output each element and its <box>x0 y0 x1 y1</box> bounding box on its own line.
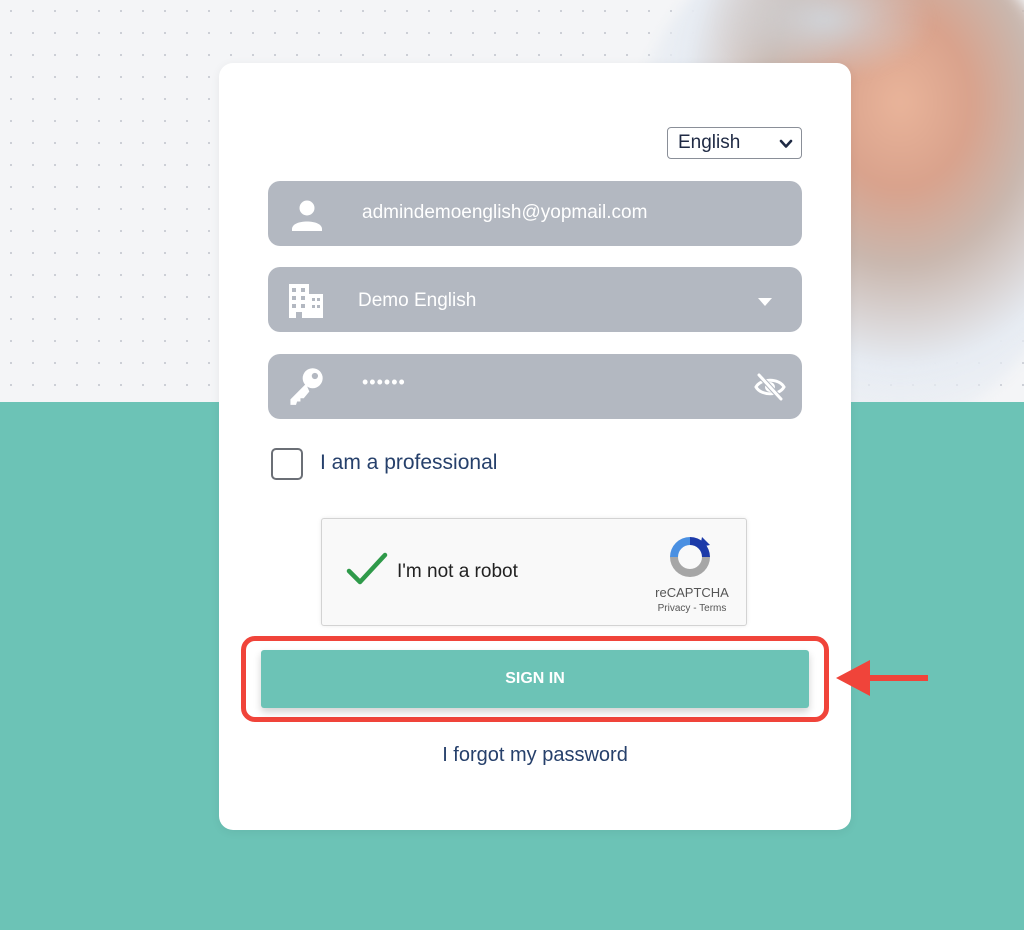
sign-in-button[interactable]: SIGN IN <box>261 650 809 708</box>
language-select-value: English <box>678 132 741 153</box>
professional-label: I am a professional <box>320 451 498 474</box>
company-select[interactable]: Demo English <box>268 267 802 332</box>
language-select[interactable]: English <box>667 127 802 159</box>
forgot-password-link[interactable]: I forgot my password <box>219 744 851 767</box>
email-field[interactable]: admindemoenglish@yopmail.com <box>268 181 802 246</box>
eye-slash-icon[interactable] <box>754 371 786 403</box>
professional-checkbox[interactable] <box>271 448 303 480</box>
recaptcha-logo-icon <box>670 537 710 577</box>
user-icon <box>292 200 322 231</box>
recaptcha-widget[interactable]: I'm not a robot reCAPTCHA Privacy - Term… <box>321 518 747 626</box>
checkmark-icon[interactable] <box>346 551 388 587</box>
recaptcha-label: I'm not a robot <box>397 561 518 582</box>
chevron-down-icon <box>779 139 793 148</box>
password-field[interactable]: •••••• <box>268 354 802 419</box>
recaptcha-brand: reCAPTCHA <box>655 585 729 600</box>
password-value: •••••• <box>362 372 406 392</box>
caret-down-icon <box>758 298 772 306</box>
building-icon <box>289 284 323 318</box>
key-icon <box>290 368 323 405</box>
company-value: Demo English <box>358 290 477 311</box>
arrow-left-icon <box>836 660 928 696</box>
recaptcha-links[interactable]: Privacy - Terms <box>622 603 762 614</box>
email-value: admindemoenglish@yopmail.com <box>362 202 648 223</box>
